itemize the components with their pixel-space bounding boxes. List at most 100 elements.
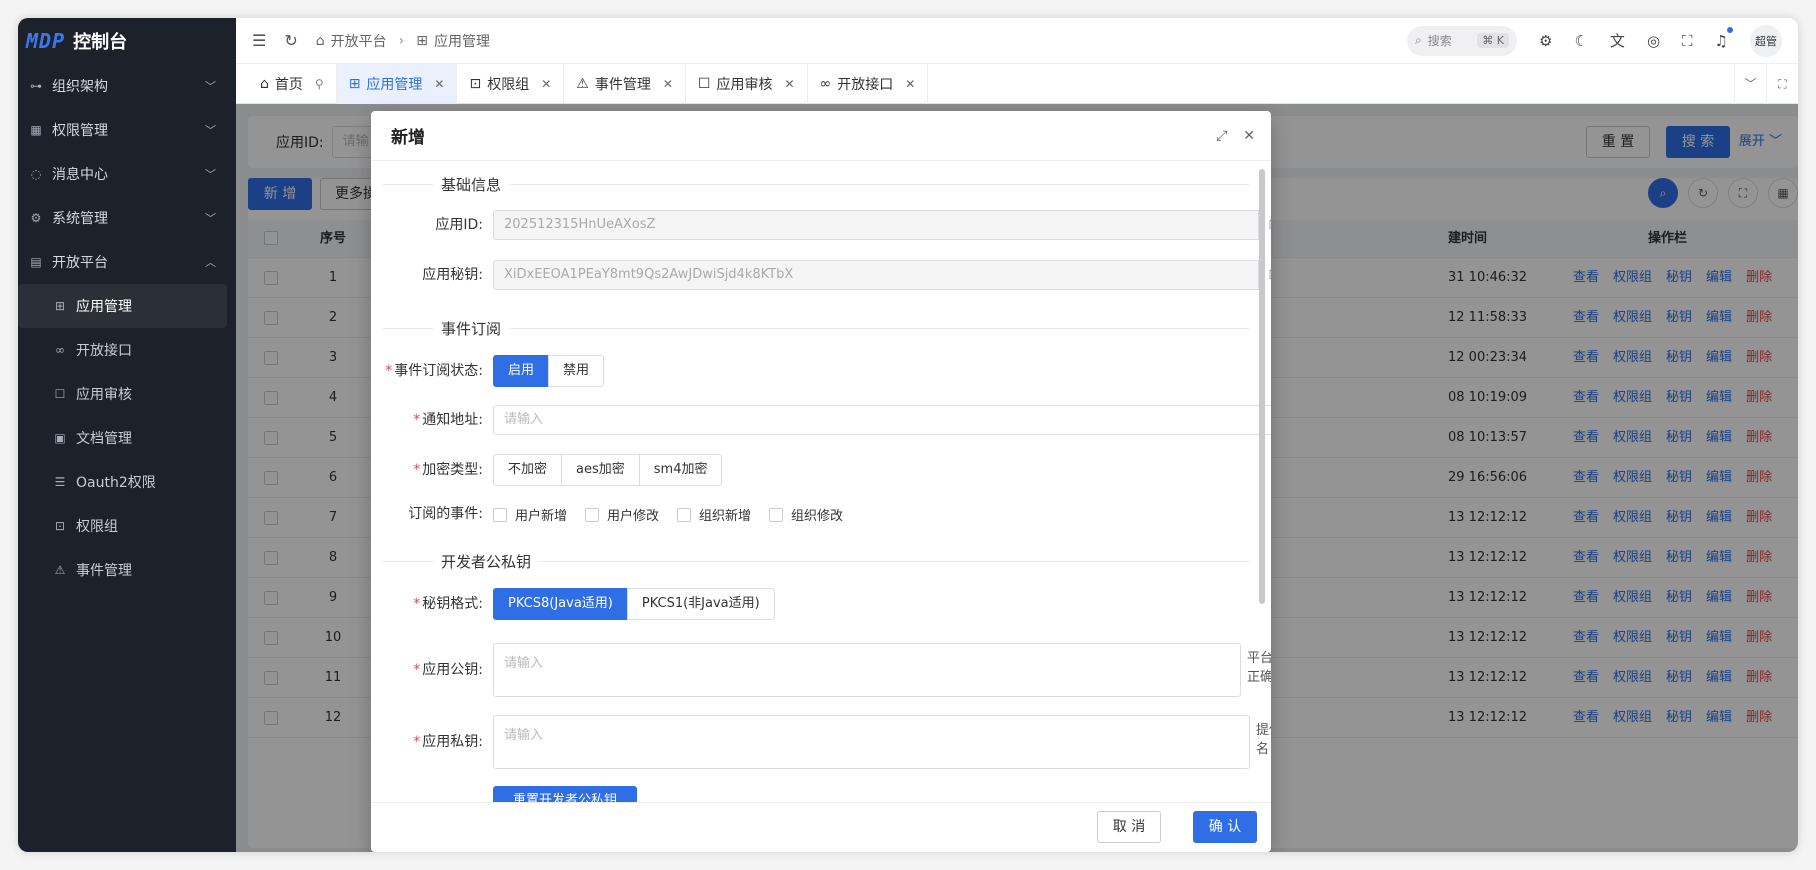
close-icon[interactable]: ✕ xyxy=(784,77,794,91)
sidebar-item-label: 系统管理 xyxy=(52,211,108,227)
tab-event-manage[interactable]: ⚠ 事件管理 ✕ xyxy=(564,63,686,104)
chevron-down-icon[interactable]: ﹀ xyxy=(1734,64,1766,104)
event-user-edit-checkbox[interactable]: 用户修改 xyxy=(585,505,659,524)
sidebar-item-system[interactable]: ⚙ 系统管理 ﹀ xyxy=(18,196,236,240)
sidebar-subitem-event-manage[interactable]: ⚠ 事件管理 xyxy=(18,548,236,592)
sidebar-subitem-app-audit[interactable]: ☐ 应用审核 xyxy=(18,372,236,416)
tab-label: 开放接口 xyxy=(837,76,894,93)
sidebar-item-label: 权限管理 xyxy=(52,123,108,139)
sidebar-item-label: 开放平台 xyxy=(52,255,108,271)
divider xyxy=(383,328,1249,329)
theme-icon[interactable]: ◎ xyxy=(1647,32,1660,50)
label-text: 加密类型: xyxy=(422,462,483,478)
dialog-footer: 取 消 确 认 xyxy=(371,802,1271,852)
checkbox[interactable] xyxy=(585,507,600,522)
breadcrumb-separator: › xyxy=(398,32,405,49)
encrypt-aes[interactable]: aes加密 xyxy=(561,454,640,486)
section-title: 开发者公私钥 xyxy=(433,551,540,572)
notify-url-input[interactable]: 请输入 xyxy=(493,405,1271,435)
event-user-add-checkbox[interactable]: 用户新增 xyxy=(493,505,567,524)
maximize-icon[interactable]: ⤢ xyxy=(1216,128,1227,144)
add-dialog: 新增 ⤢ ✕ 基础信息 应用ID: 202512315HnUeAXosZ ❐ 应… xyxy=(371,111,1271,852)
checkbox-label: 用户新增 xyxy=(515,509,568,524)
gear-icon[interactable]: ⚙ xyxy=(1539,32,1552,50)
checkbox[interactable] xyxy=(493,507,507,522)
dialog-scrollbar[interactable] xyxy=(1259,169,1265,604)
sidebar-item-message[interactable]: ◌ 消息中心 ﹀ xyxy=(18,152,236,196)
chevron-down-icon: ﹀ xyxy=(205,80,216,93)
maximize-icon[interactable]: ⛶ xyxy=(1766,64,1798,104)
search-placeholder: 搜索 xyxy=(1427,34,1452,48)
sidebar-item-platform[interactable]: ▤ 开放平台 ︿ xyxy=(18,240,236,284)
sidebar-subitem-app-manage[interactable]: ⊞ 应用管理 xyxy=(18,284,227,328)
app-title: 控制台 xyxy=(73,32,128,53)
breadcrumb-item[interactable]: 应用管理 xyxy=(434,31,490,51)
menu-toggle-icon[interactable]: ☰ xyxy=(252,31,266,50)
search-shortcut: ⌘ K xyxy=(1477,33,1510,48)
sidebar-subitem-doc-manage[interactable]: ▣ 文档管理 xyxy=(18,416,236,460)
divider xyxy=(383,184,1249,185)
private-key-textarea[interactable]: 请输入 xyxy=(493,715,1250,769)
moon-icon[interactable]: ☾ xyxy=(1574,32,1587,50)
close-icon[interactable]: ✕ xyxy=(434,77,444,91)
key-format-pkcs1[interactable]: PKCS1(非Java适用) xyxy=(626,588,775,620)
checkbox[interactable] xyxy=(769,507,784,522)
tab-label: 应用审核 xyxy=(716,76,773,93)
event-org-edit-checkbox[interactable]: 组织修改 xyxy=(769,505,843,524)
event-icon: ⚠ xyxy=(54,563,66,577)
regen-keys-button[interactable]: 重置开发者公私钥 xyxy=(493,786,637,802)
sidebar-item-org[interactable]: ⊶ 组织架构 ﹀ xyxy=(18,64,236,108)
group-icon: ⊡ xyxy=(54,519,66,533)
sidebar-item-label: Oauth2权限 xyxy=(76,475,156,491)
app-secret-value: XiDxEEOA1PEaY8mt9Qs2AwJDwiSjd4k8KTbX xyxy=(504,267,794,282)
pin-icon[interactable]: ⚲ xyxy=(315,77,324,91)
chevron-down-icon: ﹀ xyxy=(205,168,216,181)
event-org-add-checkbox[interactable]: 组织新增 xyxy=(677,505,751,524)
encrypt-none[interactable]: 不加密 xyxy=(493,454,563,486)
sidebar-subitem-open-api[interactable]: ∞ 开放接口 xyxy=(18,328,236,372)
required-mark: * xyxy=(413,412,421,428)
tab-app-audit[interactable]: ☐ 应用审核 ✕ xyxy=(686,63,808,104)
logo-mark: MDP xyxy=(26,29,66,53)
tab-permission-group[interactable]: ⊡ 权限组 ✕ xyxy=(457,63,565,104)
global-search[interactable]: ⌕ 搜索 ⌘ K xyxy=(1407,25,1518,56)
tab-open-api[interactable]: ∞ 开放接口 ✕ xyxy=(808,63,929,104)
sidebar-subitem-permission-group[interactable]: ⊡ 权限组 xyxy=(18,504,236,548)
event-status-enable[interactable]: 启用 xyxy=(493,355,550,387)
fullscreen-icon[interactable]: ⛶ xyxy=(1682,32,1693,50)
event-status-disable[interactable]: 禁用 xyxy=(548,355,605,387)
required-mark: * xyxy=(385,363,393,379)
breadcrumb-item[interactable]: 开放平台 xyxy=(331,31,387,51)
tabs-bar: ⌂ 首页 ⚲ ⊞ 应用管理 ✕ ⊡ 权限组 ✕ ⚠ 事件管理 ✕ ☐ 应用审核 xyxy=(236,63,1798,104)
sidebar-item-label: 组织架构 xyxy=(52,79,108,95)
private-key-label: * 应用私钥: xyxy=(371,715,483,769)
bell-icon[interactable]: ♫ xyxy=(1715,26,1733,50)
platform-icon: ▤ xyxy=(30,255,42,269)
public-key-label: * 应用公钥: xyxy=(371,643,483,697)
encrypt-label: * 加密类型: xyxy=(371,454,483,486)
close-icon[interactable]: ✕ xyxy=(905,77,915,91)
org-icon: ⊶ xyxy=(30,79,42,93)
avatar[interactable]: 超管 xyxy=(1750,24,1782,57)
close-icon[interactable]: ✕ xyxy=(541,77,551,91)
breadcrumb-app-icon: ⊞ xyxy=(416,32,428,49)
confirm-button[interactable]: 确 认 xyxy=(1193,811,1257,843)
sidebar-subitem-oauth2[interactable]: ☰ Oauth2权限 xyxy=(18,460,236,504)
key-format-pkcs8[interactable]: PKCS8(Java适用) xyxy=(493,588,628,620)
tab-app-manage[interactable]: ⊞ 应用管理 ✕ xyxy=(336,63,458,104)
chevron-down-icon: ﹀ xyxy=(205,124,216,137)
refresh-icon[interactable]: ↻ xyxy=(284,31,297,50)
checkbox[interactable] xyxy=(677,507,692,522)
encrypt-sm4[interactable]: sm4加密 xyxy=(638,454,723,486)
required-mark: * xyxy=(413,662,421,678)
tab-home[interactable]: ⌂ 首页 ⚲ xyxy=(248,63,337,104)
close-icon[interactable]: ✕ xyxy=(663,77,673,91)
home-icon: ⌂ xyxy=(260,75,269,92)
public-key-textarea[interactable]: 请输入 xyxy=(493,643,1241,697)
checkbox-label: 组织新增 xyxy=(699,509,752,524)
close-icon[interactable]: ✕ xyxy=(1243,128,1255,144)
sidebar-item-permission[interactable]: ▦ 权限管理 ﹀ xyxy=(18,108,236,152)
cancel-button[interactable]: 取 消 xyxy=(1097,811,1161,843)
translate-icon[interactable]: 文 xyxy=(1610,30,1625,51)
required-mark: * xyxy=(413,596,421,612)
